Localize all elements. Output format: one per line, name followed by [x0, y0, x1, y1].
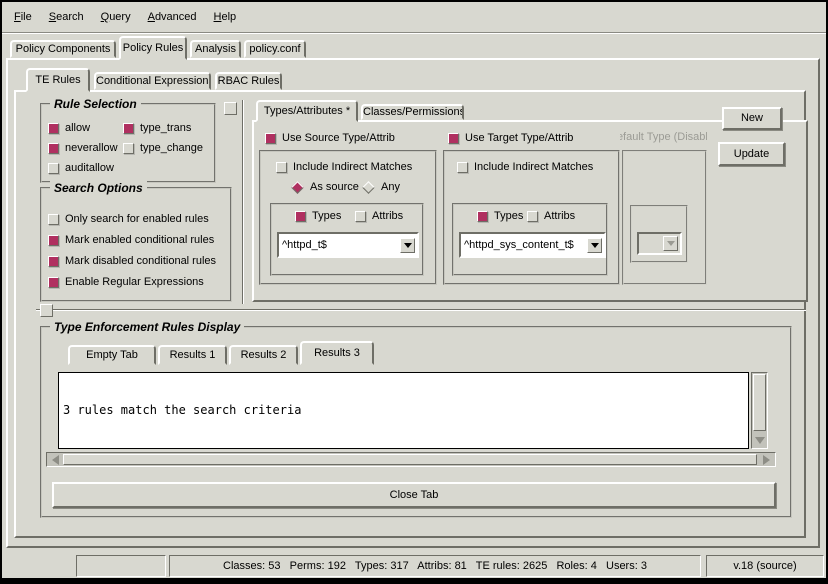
use-target-label: Use Target Type/Attrib — [465, 132, 573, 144]
any-radio-indicator[interactable] — [362, 181, 375, 194]
checkbox-use-source[interactable]: Use Source Type/Attrib — [265, 132, 395, 144]
default-type-label: Default Type (Disabled) — [620, 131, 707, 143]
target-types-checkbox-indicator[interactable] — [477, 211, 488, 222]
radio-as-source[interactable]: As source — [291, 181, 359, 193]
any-label: Any — [381, 181, 400, 193]
source-type-combobox[interactable] — [277, 232, 419, 258]
source-indirect-checkbox-indicator[interactable] — [276, 162, 287, 173]
target-attribs-checkbox-indicator[interactable] — [527, 211, 538, 222]
update-button[interactable]: Update — [718, 142, 785, 166]
app-window: File Search Query Advanced Help Policy C… — [0, 0, 828, 584]
checkbox-source-types[interactable]: Types — [295, 210, 341, 222]
chevron-down-icon — [591, 243, 599, 248]
default-type-label-clip: Default Type (Disabled) — [620, 131, 707, 145]
source-type-input[interactable] — [279, 239, 400, 251]
target-combo-dropdown-button[interactable] — [587, 238, 602, 253]
target-type-input[interactable] — [461, 239, 587, 251]
te-rules-content: Rule Selection allow type_trans neverall… — [0, 0, 828, 584]
chevron-down-icon — [404, 243, 412, 248]
use-target-checkbox-indicator[interactable] — [448, 133, 459, 144]
use-source-label: Use Source Type/Attrib — [282, 132, 395, 144]
source-combo-dropdown-button[interactable] — [400, 238, 415, 253]
as-source-label: As source — [310, 181, 359, 193]
as-source-radio-indicator[interactable] — [291, 181, 304, 194]
checkbox-target-types[interactable]: Types — [477, 210, 523, 222]
default-type-combobox — [637, 232, 682, 255]
radio-any[interactable]: Any — [362, 181, 400, 193]
checkbox-use-target[interactable]: Use Target Type/Attrib — [448, 132, 573, 144]
types-attributes-content: Use Source Type/Attrib Include Indirect … — [0, 0, 828, 584]
checkbox-target-indirect[interactable]: Include Indirect Matches — [457, 161, 593, 173]
new-button[interactable]: New — [722, 107, 782, 130]
source-indirect-label: Include Indirect Matches — [293, 161, 412, 173]
target-indirect-checkbox-indicator[interactable] — [457, 162, 468, 173]
use-source-checkbox-indicator[interactable] — [265, 133, 276, 144]
checkbox-source-indirect[interactable]: Include Indirect Matches — [276, 161, 412, 173]
target-types-label: Types — [494, 210, 523, 222]
default-combo-dropdown-button — [663, 236, 678, 251]
checkbox-source-attribs[interactable]: Attribs — [355, 210, 403, 222]
target-attribs-label: Attribs — [544, 210, 575, 222]
source-attribs-label: Attribs — [372, 210, 403, 222]
source-attribs-checkbox-indicator[interactable] — [355, 211, 366, 222]
default-type-input — [639, 238, 663, 250]
source-types-checkbox-indicator[interactable] — [295, 211, 306, 222]
checkbox-target-attribs[interactable]: Attribs — [527, 210, 575, 222]
target-type-combobox[interactable] — [459, 232, 606, 258]
chevron-down-icon — [667, 241, 675, 246]
source-types-label: Types — [312, 210, 341, 222]
target-indirect-label: Include Indirect Matches — [474, 161, 593, 173]
